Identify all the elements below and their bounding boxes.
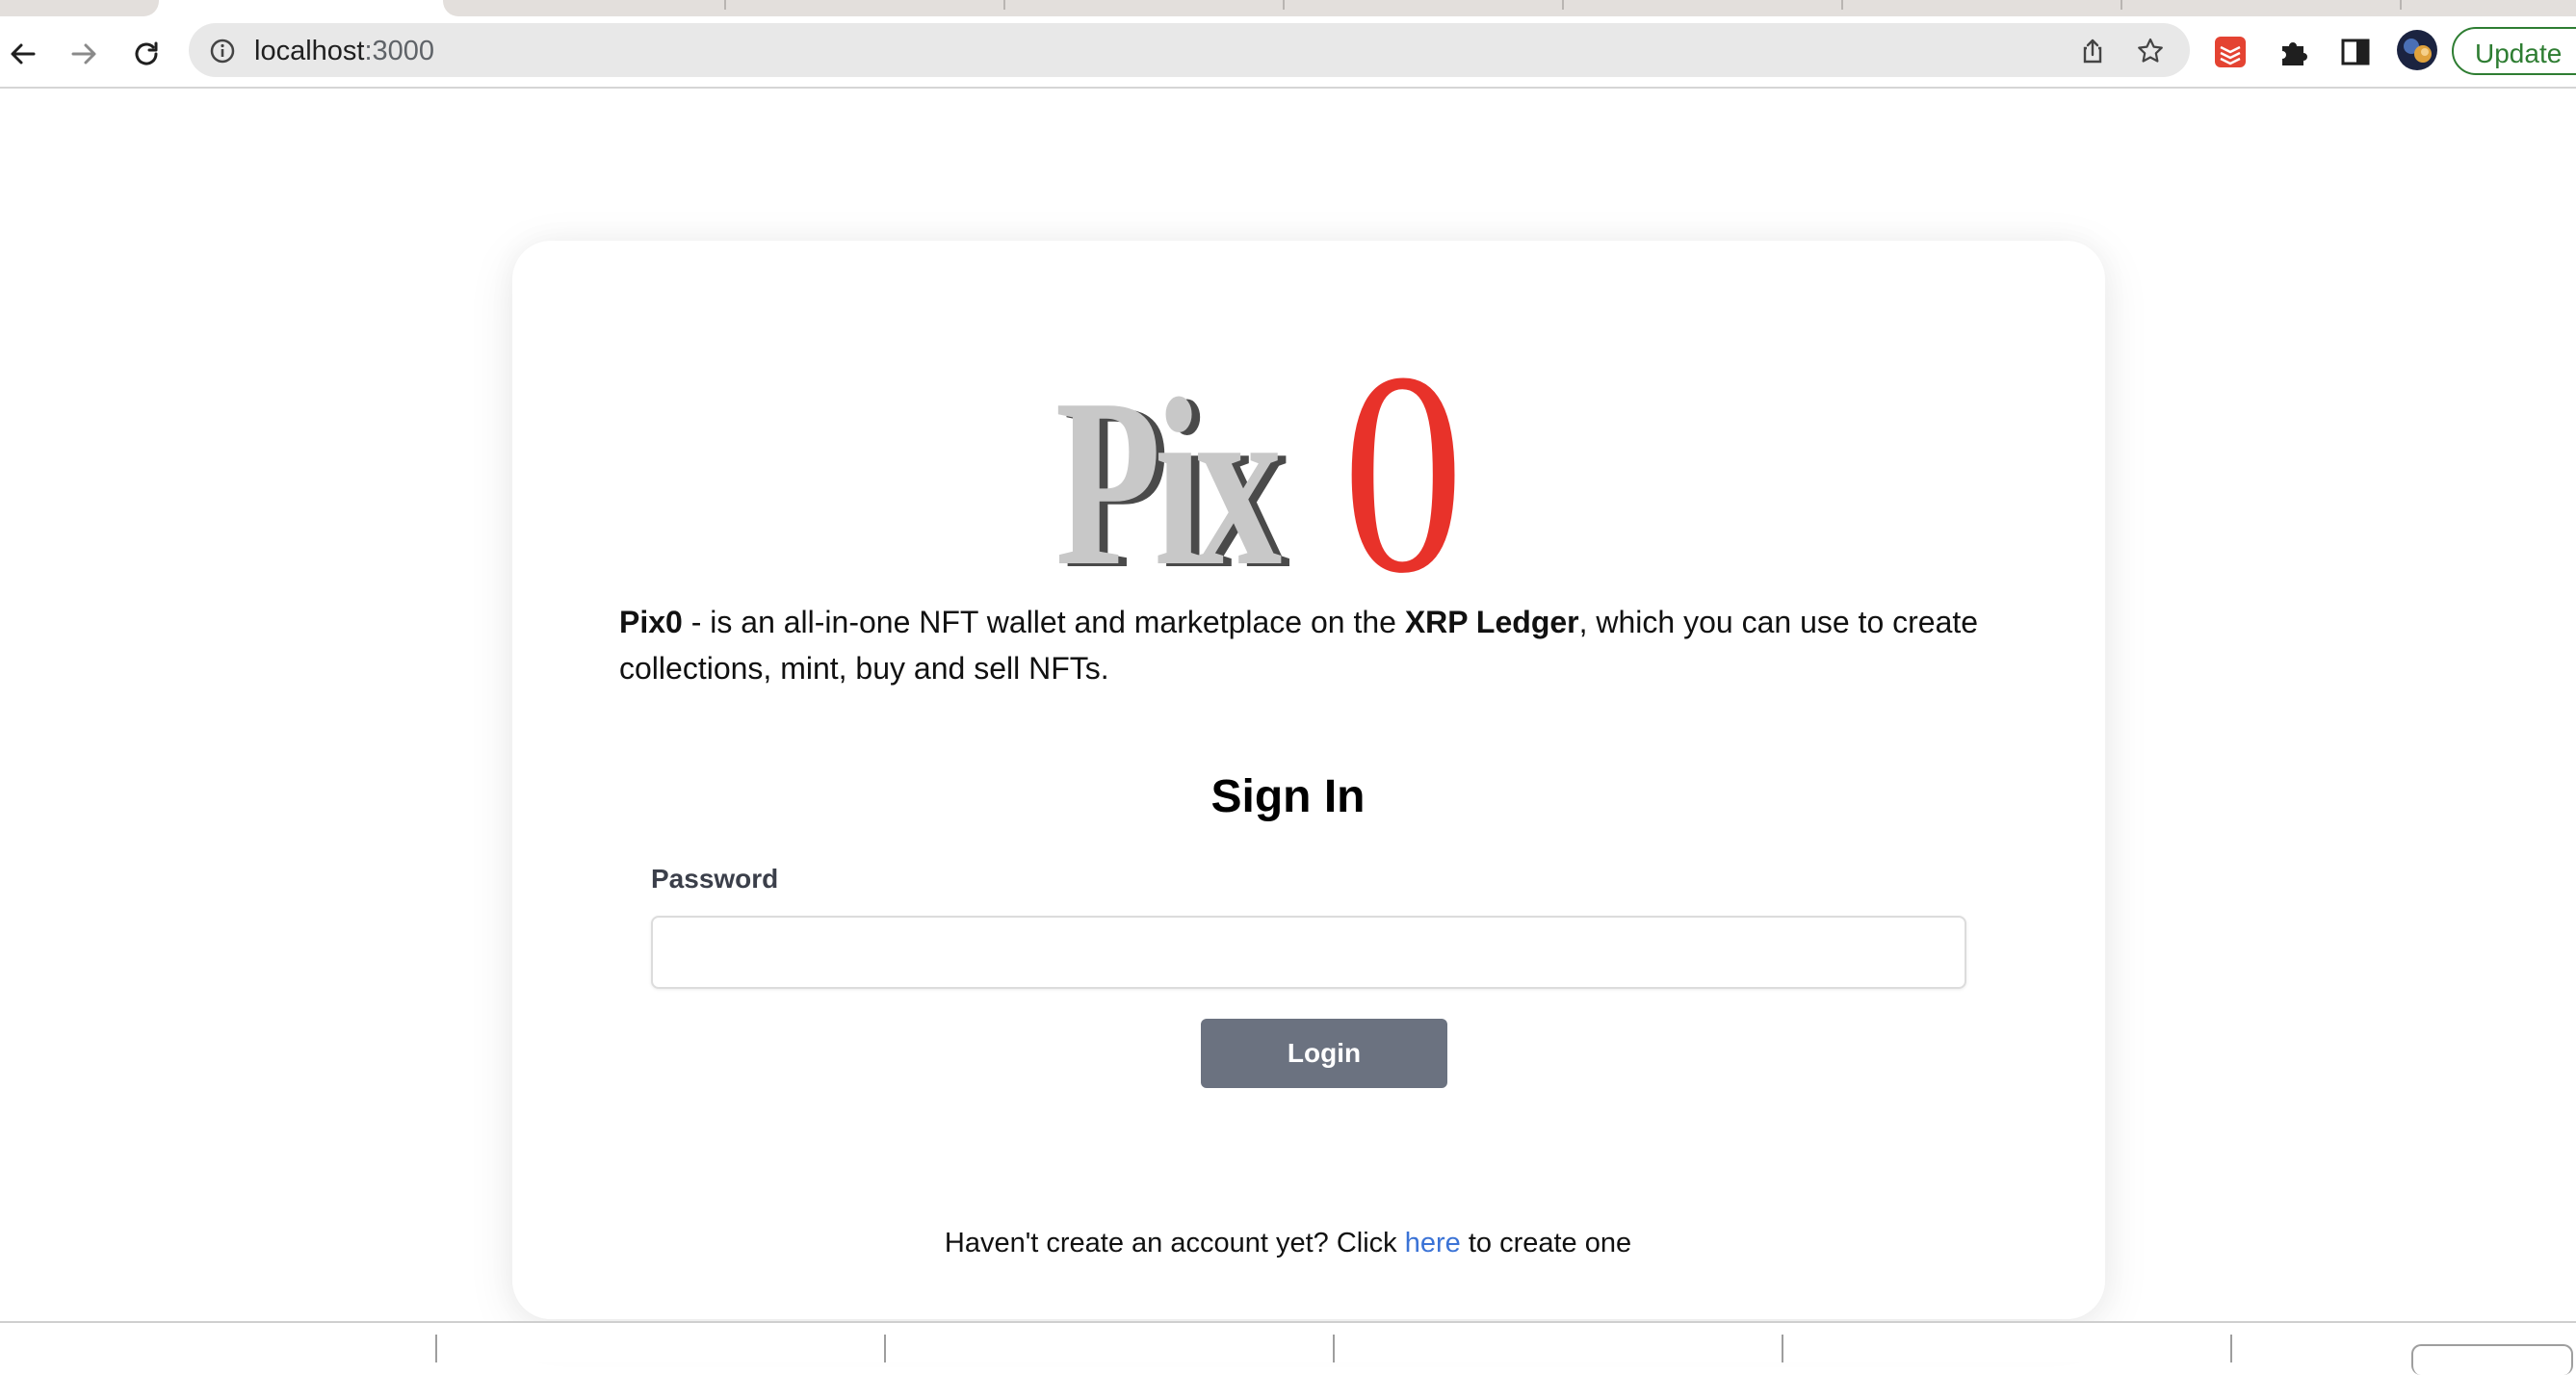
address-bar[interactable]: localhost:3000 bbox=[189, 23, 2190, 77]
bottom-divider bbox=[884, 1335, 886, 1362]
bottom-divider bbox=[1333, 1335, 1335, 1362]
bottom-bar bbox=[0, 1321, 2576, 1375]
tab-strip bbox=[0, 0, 2576, 17]
signup-suffix: to create one bbox=[1460, 1228, 1632, 1258]
app-description: Pix0 - is an all-in-one NFT wallet and m… bbox=[619, 599, 2016, 691]
svg-text:Pix: Pix bbox=[1055, 350, 1282, 580]
bottom-divider bbox=[435, 1335, 437, 1362]
back-button[interactable] bbox=[4, 35, 42, 73]
puzzle-icon[interactable] bbox=[2277, 35, 2311, 69]
tab-divider bbox=[1562, 0, 1564, 10]
description-text-1: - is an all-in-one NFT wallet and market… bbox=[682, 605, 1405, 639]
arrow-left-icon bbox=[11, 43, 36, 65]
tab-divider bbox=[2400, 0, 2402, 10]
info-icon[interactable] bbox=[210, 39, 235, 64]
signin-title: Sign In bbox=[1210, 771, 1366, 822]
password-label: Password bbox=[651, 864, 779, 894]
bottom-divider bbox=[1782, 1335, 1783, 1362]
update-button[interactable]: Update bbox=[2452, 27, 2576, 75]
url-port: :3000 bbox=[364, 36, 435, 66]
url-host: localhost bbox=[254, 36, 365, 66]
update-button-label: Update bbox=[2475, 39, 2563, 68]
signup-prefix: Haven't create an account yet? Click bbox=[944, 1228, 1405, 1258]
password-input[interactable] bbox=[651, 916, 1966, 989]
url-text[interactable]: localhost:3000 bbox=[254, 36, 434, 67]
reload-button[interactable] bbox=[127, 35, 166, 73]
browser-toolbar: localhost:3000 Update bbox=[0, 17, 2576, 89]
side-panel-icon[interactable] bbox=[2338, 35, 2373, 69]
reload-icon bbox=[135, 41, 158, 65]
tab-divider bbox=[724, 0, 726, 10]
tab-divider bbox=[1003, 0, 1005, 10]
signup-link[interactable]: here bbox=[1405, 1228, 1461, 1258]
tab-divider bbox=[1283, 0, 1285, 10]
bottom-panel-tab[interactable] bbox=[2411, 1344, 2573, 1375]
tab-inactive-group[interactable] bbox=[443, 0, 2576, 16]
todoist-icon[interactable] bbox=[2213, 35, 2248, 69]
signup-prompt: Haven't create an account yet? Click her… bbox=[0, 1228, 2576, 1259]
forward-button[interactable] bbox=[65, 35, 103, 73]
tab-divider bbox=[1841, 0, 1843, 10]
arrow-right-icon bbox=[71, 43, 96, 65]
share-icon[interactable] bbox=[2078, 37, 2107, 65]
pix0-logo: Pix Pix 0 bbox=[1055, 325, 1464, 580]
star-icon[interactable] bbox=[2136, 37, 2165, 65]
svg-text:0: 0 bbox=[1342, 325, 1464, 580]
bottom-divider bbox=[2230, 1335, 2232, 1362]
avatar[interactable] bbox=[2396, 29, 2438, 71]
login-button[interactable]: Login bbox=[1201, 1019, 1447, 1088]
xrp-ledger-text: XRP Ledger bbox=[1404, 605, 1579, 639]
brand-name: Pix0 bbox=[619, 605, 683, 639]
tab-inactive-left[interactable] bbox=[0, 0, 159, 16]
tab-divider bbox=[2121, 0, 2122, 10]
